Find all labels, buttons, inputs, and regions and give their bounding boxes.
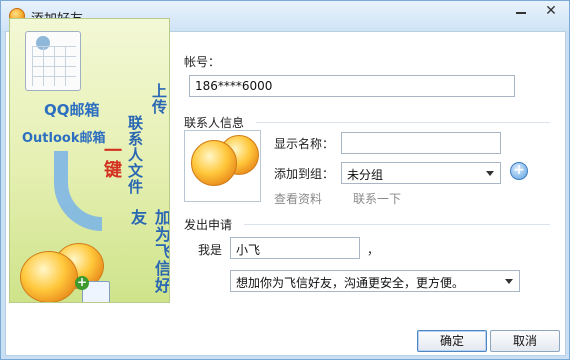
contact-link[interactable]: 联系一下	[353, 190, 401, 207]
view-profile-link[interactable]: 查看资料	[274, 190, 322, 207]
contact-info-section-label: 联系人信息	[184, 116, 245, 130]
display-name-input[interactable]	[341, 132, 501, 154]
i-am-label: 我是	[198, 243, 223, 257]
chevron-down-icon	[505, 279, 513, 284]
group-select-value: 未分组	[347, 168, 384, 182]
section-divider	[256, 122, 550, 123]
import-contacts-banner[interactable]: QQ邮箱 Outlook邮箱 上传 联系人文件 一键 加为飞信好友 +	[9, 18, 170, 303]
account-input[interactable]: 186****6000	[189, 75, 515, 97]
chevron-down-icon	[486, 171, 494, 176]
banner-text-upload: 上传	[150, 83, 168, 115]
outlook-mail-brand: Outlook邮箱	[22, 131, 106, 146]
add-group-button[interactable]: +	[510, 162, 528, 180]
group-label: 添加到组：	[274, 167, 335, 181]
section-divider	[244, 224, 550, 225]
banner-text-add-friends: 加为飞信好友	[128, 209, 170, 294]
group-select[interactable]: 未分组	[341, 162, 501, 184]
request-message-value: 想加你为飞信好友，沟通更安全，更方便。	[236, 276, 465, 290]
mail-envelope-icon	[25, 31, 81, 91]
comma-text: ，	[367, 243, 380, 257]
minimize-icon	[516, 12, 526, 14]
request-message-select[interactable]: 想加你为飞信好友，沟通更安全，更方便。	[230, 270, 520, 292]
display-name-label: 显示名称：	[274, 137, 335, 151]
account-label: 帐号：	[184, 55, 221, 69]
minimize-button[interactable]	[507, 2, 535, 22]
curved-arrow-icon	[54, 151, 102, 231]
add-friend-dialog: 添加好友 ✕ QQ邮箱 Outlook邮箱 上传 联系人文件 一键 加为飞信好友…	[0, 0, 570, 360]
fetion-buddy-avatar-icon	[191, 140, 237, 186]
plus-icon: +	[75, 275, 89, 290]
banner-text-contact-file: 联系人文件	[126, 115, 144, 195]
request-section-label: 发出申请	[184, 218, 233, 232]
fetion-buddy-icon	[20, 251, 78, 302]
qq-mail-brand: QQ邮箱	[44, 101, 100, 119]
contact-card-icon: +	[75, 276, 110, 302]
ok-button[interactable]: 确定	[417, 330, 487, 352]
spreadsheet-grid-icon	[32, 46, 76, 86]
my-name-input[interactable]: 小飞	[230, 237, 360, 259]
cancel-button[interactable]: 取消	[490, 330, 560, 352]
close-button[interactable]: ✕	[537, 2, 565, 22]
